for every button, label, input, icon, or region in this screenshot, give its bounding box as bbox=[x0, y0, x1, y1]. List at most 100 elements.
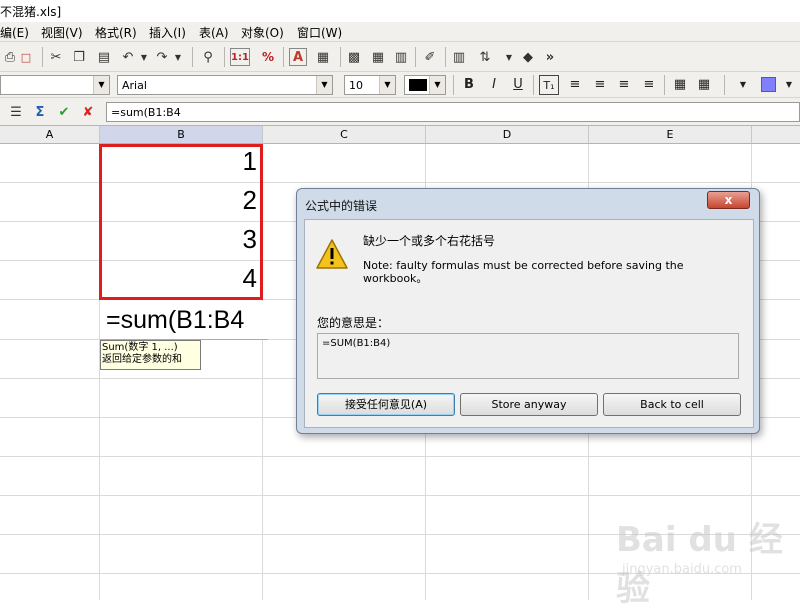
column-header-e[interactable]: E bbox=[589, 126, 752, 144]
grid-icon[interactable]: ▦ bbox=[313, 47, 333, 67]
merge-cells-icon[interactable]: ▦ bbox=[670, 75, 690, 95]
menu-object[interactable]: 对象(O) bbox=[241, 24, 284, 41]
object-icon[interactable]: ◆ bbox=[518, 47, 538, 67]
align-center-icon[interactable]: ≡ bbox=[590, 75, 610, 95]
menu-bar: 编(E) 视图(V) 格式(R) 插入(I) 表(A) 对象(O) 窗口(W) bbox=[0, 22, 800, 42]
function-tooltip: Sum(数字 1, ...) 返回给定参数的和 bbox=[100, 340, 201, 370]
chevron-down-icon[interactable]: ▼ bbox=[379, 76, 395, 94]
close-button[interactable]: x bbox=[707, 191, 750, 209]
highlight-color-swatch[interactable] bbox=[761, 77, 776, 92]
paste-icon[interactable]: ▤ bbox=[94, 47, 114, 67]
function-list-icon[interactable]: ☰ bbox=[6, 102, 26, 122]
fill-icon[interactable]: ▥ bbox=[391, 47, 411, 67]
toolbar-separator bbox=[340, 47, 341, 67]
chevron-down-icon[interactable]: ▼ bbox=[316, 76, 332, 94]
sum-icon[interactable]: Σ bbox=[30, 102, 50, 122]
store-anyway-button[interactable]: Store anyway bbox=[460, 393, 598, 416]
font-name-combo[interactable]: Arial ▼ bbox=[117, 75, 333, 95]
toolbar-separator bbox=[283, 47, 284, 67]
title-bar: 不混猪.xls] bbox=[0, 0, 800, 22]
chevron-down-icon[interactable]: ▼ bbox=[779, 75, 799, 95]
border-icon[interactable]: ▦ bbox=[368, 47, 388, 67]
chevron-down-icon[interactable]: ▼ bbox=[733, 75, 753, 95]
percent-icon[interactable]: % bbox=[258, 47, 278, 67]
toolbar-separator bbox=[415, 47, 416, 67]
column-header-f[interactable] bbox=[752, 126, 800, 144]
align-left-icon[interactable]: ≡ bbox=[565, 75, 585, 95]
toolbar-separator bbox=[192, 47, 193, 67]
accept-button[interactable]: 接受任何意见(A) bbox=[317, 393, 455, 416]
justify-icon[interactable]: ≡ bbox=[639, 75, 659, 95]
suggestion-label: 您的意思是： bbox=[317, 316, 390, 330]
text-icon[interactable]: A bbox=[289, 48, 307, 66]
error-message: 缺少一个或多个右花括号 bbox=[363, 234, 496, 248]
wrap-text-icon[interactable]: T₁ bbox=[539, 75, 559, 95]
menu-window[interactable]: 窗口(W) bbox=[297, 24, 342, 41]
cut-icon[interactable]: ✂ bbox=[46, 47, 66, 67]
standard-toolbar: ⎙ □ ✂ ❐ ▤ ↶ ▼ ↷ ▼ ⚲ 1:1 % A ▦ ▩ ▦ ▥ ✐ ▥ … bbox=[0, 42, 800, 72]
suggestion-box[interactable]: =SUM(B1:B4) bbox=[317, 333, 739, 379]
font-size-value: 10 bbox=[349, 79, 363, 92]
chevron-down-icon[interactable]: ▼ bbox=[499, 47, 519, 67]
menu-format[interactable]: 格式(R) bbox=[95, 24, 137, 41]
column-header-a[interactable]: A bbox=[0, 126, 100, 144]
brush-icon[interactable]: ✐ bbox=[420, 47, 440, 67]
window-title: 不混猪.xls] bbox=[0, 5, 62, 19]
sort-icon[interactable]: ⇅ bbox=[475, 47, 495, 67]
tooltip-description: 返回给定参数的和 bbox=[102, 354, 182, 365]
dialog-body: 缺少一个或多个右花括号 Note: faulty formulas must b… bbox=[304, 219, 754, 428]
font-color-swatch bbox=[409, 79, 427, 91]
watermark-url: jingyan.baidu.com bbox=[622, 562, 742, 577]
column-header-c[interactable]: C bbox=[263, 126, 426, 144]
font-size-combo[interactable]: 10 ▼ bbox=[344, 75, 396, 95]
format-toolbar: ▼ Arial ▼ 10 ▼ ▼ B I U T₁ ≡ ≡ ≡ ≡ ▦ ▦ ▼ … bbox=[0, 72, 800, 98]
dialog-title: 公式中的错误 bbox=[305, 199, 378, 213]
chevron-down-icon[interactable]: ▼ bbox=[93, 76, 109, 94]
toolbar-separator bbox=[724, 75, 725, 95]
font-name-value: Arial bbox=[122, 79, 147, 92]
toolbar-separator bbox=[224, 47, 225, 67]
underline-button[interactable]: U bbox=[508, 75, 528, 95]
numbering-icon[interactable]: 1:1 bbox=[230, 48, 250, 66]
bold-button[interactable]: B bbox=[459, 75, 479, 95]
font-color-picker[interactable]: ▼ bbox=[404, 75, 446, 95]
border-icon[interactable]: ▩ bbox=[344, 47, 364, 67]
split-cells-icon[interactable]: ▦ bbox=[694, 75, 714, 95]
baidu-watermark: Bai du 经验 jingyan.baidu.com bbox=[608, 512, 788, 609]
menu-insert[interactable]: 插入(I) bbox=[149, 24, 186, 41]
column-header-d[interactable]: D bbox=[426, 126, 589, 144]
formula-input[interactable]: =sum(B1:B4 bbox=[106, 102, 800, 122]
highlight-box bbox=[99, 144, 263, 300]
pdf-icon[interactable]: □ bbox=[16, 47, 36, 67]
formula-error-dialog: 公式中的错误 x 缺少一个或多个右花括号 Note: faulty formul… bbox=[296, 188, 760, 434]
menu-edit[interactable]: 编(E) bbox=[0, 24, 29, 41]
align-right-icon[interactable]: ≡ bbox=[614, 75, 634, 95]
accept-check-icon[interactable]: ✔ bbox=[54, 102, 74, 122]
warning-icon bbox=[316, 239, 348, 269]
copy-icon[interactable]: ❐ bbox=[69, 47, 89, 67]
chevron-down-icon[interactable]: ▼ bbox=[168, 47, 188, 67]
chevron-down-icon[interactable]: ▼ bbox=[429, 76, 445, 94]
cell-b5-editor[interactable]: =sum(B1:B4 bbox=[100, 301, 268, 340]
find-icon[interactable]: ⚲ bbox=[198, 47, 218, 67]
gridline bbox=[0, 495, 800, 496]
watermark-brand: Bai du 经验 bbox=[616, 520, 783, 609]
more-icon[interactable]: » bbox=[540, 47, 560, 67]
toolbar-separator bbox=[453, 75, 454, 95]
toolbar-separator bbox=[42, 47, 43, 67]
style-combo[interactable]: ▼ bbox=[0, 75, 110, 95]
cancel-x-icon[interactable]: ✘ bbox=[78, 102, 98, 122]
chevron-down-icon[interactable]: ▼ bbox=[134, 47, 154, 67]
italic-button[interactable]: I bbox=[484, 75, 504, 95]
gridline bbox=[0, 456, 800, 457]
chart-icon[interactable]: ▥ bbox=[449, 47, 469, 67]
toolbar-separator bbox=[445, 47, 446, 67]
back-to-cell-button[interactable]: Back to cell bbox=[603, 393, 741, 416]
tooltip-signature: Sum(数字 1, ...) bbox=[102, 342, 178, 353]
toolbar-separator bbox=[533, 75, 534, 95]
menu-table[interactable]: 表(A) bbox=[199, 24, 229, 41]
toolbar-separator bbox=[664, 75, 665, 95]
error-note: Note: faulty formulas must be corrected … bbox=[363, 259, 684, 285]
column-header-b[interactable]: B bbox=[100, 126, 263, 144]
menu-view[interactable]: 视图(V) bbox=[41, 24, 83, 41]
